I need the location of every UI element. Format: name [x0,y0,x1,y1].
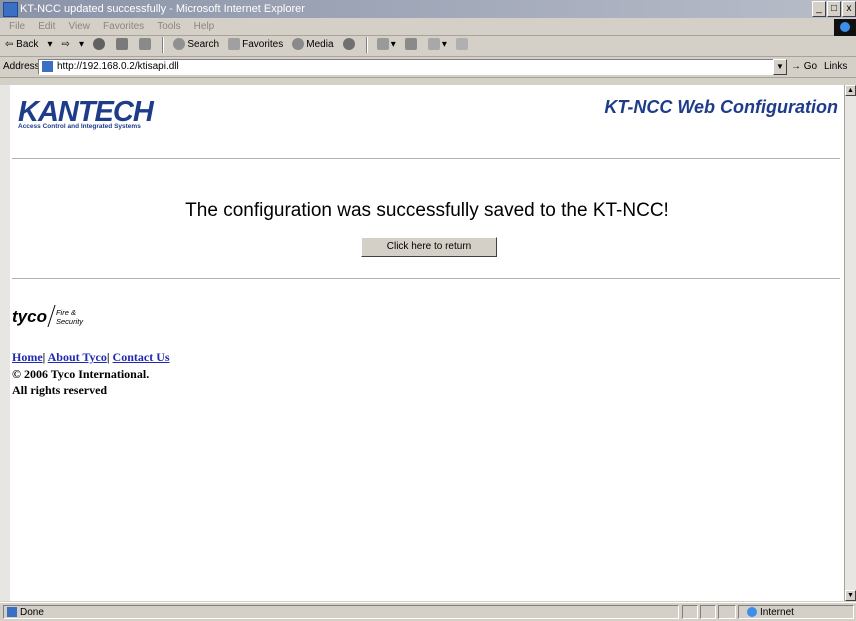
menu-favorites[interactable]: Favorites [98,19,149,35]
page-title: KT-NCC Web Configuration [604,97,838,117]
success-message: The configuration was successfully saved… [185,200,669,221]
search-icon [173,38,186,51]
menu-file[interactable]: File [4,19,30,35]
menu-bar: File Edit View Favorites Tools Help [0,19,856,36]
rights-line: All rights reserved [12,383,108,397]
home-icon [139,38,152,51]
back-dropdown-icon[interactable]: ▾ [44,36,55,54]
stop-button[interactable] [90,36,110,54]
print-icon [404,38,417,51]
refresh-button[interactable] [113,36,133,54]
contact-us-link[interactable]: Contact Us [113,350,170,364]
copyright-line: © 2006 Tyco International. [12,367,150,381]
discuss-icon [455,38,468,51]
favorites-icon [228,38,241,51]
edit-button[interactable]: ▾ [425,36,450,54]
address-dropdown-icon[interactable]: ▼ [773,59,787,75]
go-label: Go [803,61,818,72]
about-tyco-link[interactable]: About Tyco [48,350,107,364]
status-text-pane: Done [3,605,679,619]
footer-links: Home| About Tyco| Contact Us [12,350,170,364]
print-button[interactable] [402,36,422,54]
status-pane [718,605,736,619]
tyco-logo: tyco Fire & Security [12,303,83,331]
menu-view[interactable]: View [63,19,95,35]
window-controls: _ □ x [811,1,856,17]
globe-icon [747,607,757,617]
copyright: © 2006 Tyco International. All rights re… [12,366,149,398]
stop-icon [93,38,106,51]
page-content: KANTECH Access Control and Integrated Sy… [10,85,844,601]
search-button[interactable]: Search [170,36,222,54]
search-label: Search [187,39,220,50]
home-button[interactable] [136,36,156,54]
toolbar-separator [365,37,368,53]
media-button[interactable]: Media [289,36,336,54]
minimize-button[interactable]: _ [812,1,826,17]
maximize-button[interactable]: □ [827,1,841,17]
ie-throbber-icon [834,19,856,36]
status-bar: Done Internet [0,602,856,621]
address-url: http://192.168.0.2/ktisapi.dll [57,61,179,72]
history-button[interactable] [340,36,360,54]
security-zone: Internet [738,605,854,619]
edit-icon [427,38,440,51]
back-button[interactable]: ⇦ Back [2,36,41,54]
tyco-wordmark: tyco [12,307,47,326]
refresh-icon [116,38,129,51]
window-title-bar: KT-NCC updated successfully - Microsoft … [0,0,856,18]
go-button[interactable]: → Go [791,57,817,77]
favorites-button[interactable]: Favorites [225,36,286,54]
tyco-sub-line-2: Security [55,317,84,326]
address-bar: Address http://192.168.0.2/ktisapi.dll ▼… [0,57,856,78]
kantech-tagline: Access Control and Integrated Systems [18,123,141,130]
tyco-sub-line-1: Fire & [55,308,76,317]
page-icon [42,61,53,72]
history-icon [342,38,355,51]
window-title: KT-NCC updated successfully - Microsoft … [20,3,305,15]
discuss-button[interactable] [453,36,473,54]
menu-tools[interactable]: Tools [152,19,185,35]
favorites-label: Favorites [242,39,284,50]
menu-edit[interactable]: Edit [33,19,60,35]
tyco-slash [47,305,56,327]
zone-label: Internet [760,607,794,618]
page-done-icon [7,607,17,617]
media-icon [292,38,305,51]
toolbar-separator [162,37,165,53]
ie-app-icon [3,2,18,17]
status-pane [682,605,698,619]
scroll-up-icon[interactable]: ▲ [845,85,856,96]
status-text: Done [20,607,44,618]
vertical-scrollbar[interactable]: ▲ ▼ [844,85,856,601]
status-pane [700,605,716,619]
close-button[interactable]: x [842,1,856,17]
divider [12,158,840,159]
home-link[interactable]: Home [12,350,43,364]
divider [12,278,840,279]
menu-help[interactable]: Help [189,19,220,35]
forward-button[interactable]: ⇨ [59,36,73,54]
address-label: Address [3,61,40,72]
left-frame-border [0,85,10,601]
forward-dropdown-icon[interactable]: ▾ [76,36,87,54]
links-button[interactable]: Links [824,57,847,77]
mail-icon [376,38,389,51]
media-label: Media [306,39,334,50]
address-input[interactable]: http://192.168.0.2/ktisapi.dll [38,59,774,75]
return-button[interactable]: Click here to return [361,237,497,257]
scroll-down-icon[interactable]: ▼ [845,590,856,601]
standard-toolbar: ⇦ Back ▾ ⇨ ▾ Search Favorites Media ▾ ▾ [0,36,856,57]
tyco-subtitle: Fire & Security [56,308,83,326]
mail-button[interactable]: ▾ [374,36,399,54]
